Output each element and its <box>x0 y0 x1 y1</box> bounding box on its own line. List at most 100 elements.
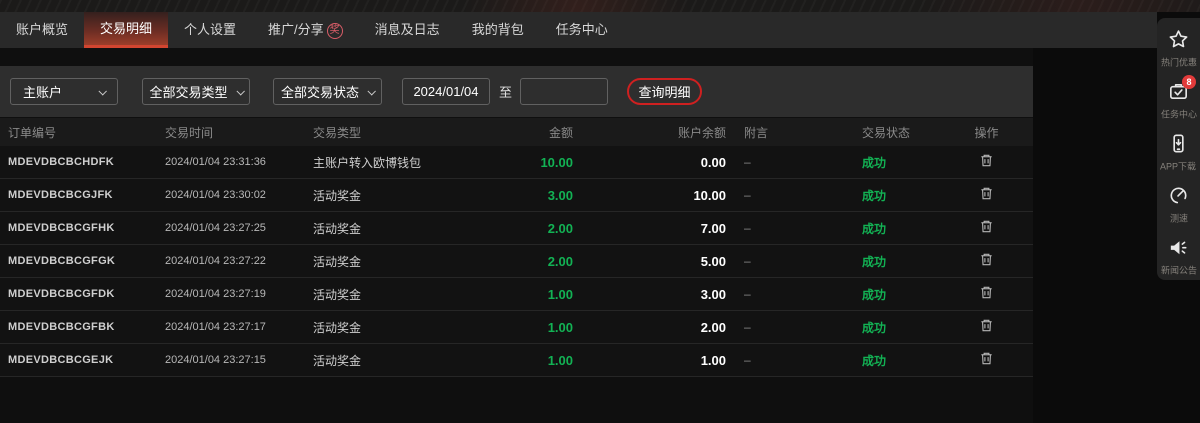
col-header-type: 交易类型 <box>305 124 450 141</box>
col-header-balance: 账户余额 <box>573 124 726 141</box>
table-row: MDEVDBCBCGFDK 2024/01/04 23:27:19 活动奖金 1… <box>0 278 1033 311</box>
sidebar-item-task-center[interactable]: 8 任务中心 <box>1157 80 1200 121</box>
tab-promotion-share[interactable]: 推广/分享奖 <box>252 12 359 48</box>
notification-badge: 8 <box>1182 75 1196 89</box>
time-cell: 2024/01/04 23:30:02 <box>157 189 305 201</box>
account-select[interactable]: 主账户 <box>10 78 118 105</box>
tab-label: 交易明细 <box>100 21 152 36</box>
amount-cell: 1.00 <box>450 353 573 368</box>
balance-cell: 1.00 <box>573 353 726 368</box>
type-cell: 活动奖金 <box>305 286 450 303</box>
tab-personal-settings[interactable]: 个人设置 <box>168 12 252 48</box>
tab-transaction-details[interactable]: 交易明细 <box>84 12 168 48</box>
tab-label: 账户概览 <box>16 22 68 37</box>
status-cell: 成功 <box>850 220 940 237</box>
time-cell: 2024/01/04 23:27:15 <box>157 354 305 366</box>
date-from-input[interactable]: 2024/01/04 <box>402 78 490 105</box>
transaction-status-value: 全部交易状态 <box>281 82 359 101</box>
tab-label: 推广/分享 <box>268 22 324 37</box>
status-cell: 成功 <box>850 352 940 369</box>
memo-cell: – <box>726 254 850 268</box>
tab-my-backpack[interactable]: 我的背包 <box>456 12 540 48</box>
time-cell: 2024/01/04 23:27:25 <box>157 222 305 234</box>
type-cell: 活动奖金 <box>305 253 450 270</box>
amount-cell: 2.00 <box>450 221 573 236</box>
memo-cell: – <box>726 188 850 202</box>
account-nav-tabs: 账户概览 交易明细 个人设置 推广/分享奖 消息及日志 我的背包 任务中心 <box>0 12 1157 48</box>
order-no-cell: MDEVDBCBCGFGK <box>0 255 157 267</box>
type-cell: 活动奖金 <box>305 187 450 204</box>
order-no-cell: MDEVDBCBCGEJK <box>0 354 157 366</box>
delete-button[interactable] <box>977 349 996 368</box>
type-cell: 活动奖金 <box>305 352 450 369</box>
delete-button[interactable] <box>977 151 996 170</box>
memo-cell: – <box>726 287 850 301</box>
trash-icon <box>979 285 994 300</box>
reward-badge-icon: 奖 <box>327 23 343 39</box>
type-cell: 活动奖金 <box>305 220 450 237</box>
date-to-input[interactable] <box>520 78 608 105</box>
balance-cell: 10.00 <box>573 188 726 203</box>
sidebar-item-hot-offers[interactable]: 热门优惠 <box>1157 28 1200 69</box>
table-row: MDEVDBCBCGFBK 2024/01/04 23:27:17 活动奖金 1… <box>0 311 1033 344</box>
trash-icon <box>979 153 994 168</box>
delete-button[interactable] <box>977 217 996 236</box>
table-header-row: 订单编号 交易时间 交易类型 金额 账户余额 附言 交易状态 操作 <box>0 118 1033 146</box>
trash-icon <box>979 252 994 267</box>
amount-cell: 10.00 <box>450 155 573 170</box>
transaction-type-select[interactable]: 全部交易类型 <box>142 78 250 105</box>
quick-access-sidebar: 热门优惠 8 任务中心 APP下载 测速 <box>1157 18 1200 280</box>
delete-button[interactable] <box>977 283 996 302</box>
memo-cell: – <box>726 221 850 235</box>
status-cell: 成功 <box>850 253 940 270</box>
status-cell: 成功 <box>850 319 940 336</box>
trash-icon <box>979 186 994 201</box>
transaction-details-panel: 主账户 全部交易类型 全部交易状态 2024/01/04 至 查询明细 订单编号… <box>0 48 1033 423</box>
col-header-action: 操作 <box>940 124 1033 141</box>
balance-cell: 7.00 <box>573 221 726 236</box>
sidebar-item-news[interactable]: 新闻公告 <box>1157 236 1200 277</box>
balance-cell: 5.00 <box>573 254 726 269</box>
transaction-type-value: 全部交易类型 <box>149 82 227 101</box>
trash-icon <box>979 318 994 333</box>
chevron-down-icon <box>236 87 244 95</box>
time-cell: 2024/01/04 23:27:22 <box>157 255 305 267</box>
memo-cell: – <box>726 353 850 367</box>
speed-test-icon <box>1167 184 1190 207</box>
time-cell: 2024/01/04 23:27:17 <box>157 321 305 333</box>
delete-button[interactable] <box>977 316 996 335</box>
trash-icon <box>979 351 994 366</box>
delete-button[interactable] <box>977 250 996 269</box>
sidebar-item-speed-test[interactable]: 测速 <box>1157 184 1200 225</box>
sidebar-item-app-download[interactable]: APP下载 <box>1157 132 1200 173</box>
status-cell: 成功 <box>850 286 940 303</box>
table-row: MDEVDBCBCGFHK 2024/01/04 23:27:25 活动奖金 2… <box>0 212 1033 245</box>
col-header-order-no: 订单编号 <box>0 124 157 141</box>
query-details-button[interactable]: 查询明细 <box>627 78 702 105</box>
sidebar-item-label: 新闻公告 <box>1161 263 1197 277</box>
tab-label: 消息及日志 <box>375 22 440 37</box>
col-header-time: 交易时间 <box>157 124 305 141</box>
tab-task-center[interactable]: 任务中心 <box>540 12 624 48</box>
status-cell: 成功 <box>850 187 940 204</box>
tab-account-overview[interactable]: 账户概览 <box>0 12 84 48</box>
status-cell: 成功 <box>850 154 940 171</box>
tab-label: 我的背包 <box>472 22 524 37</box>
col-header-memo: 附言 <box>726 124 850 141</box>
order-no-cell: MDEVDBCBCHDFK <box>0 156 157 168</box>
amount-cell: 1.00 <box>450 320 573 335</box>
chevron-down-icon <box>98 87 106 95</box>
type-cell: 活动奖金 <box>305 319 450 336</box>
page-background-texture <box>0 0 1200 12</box>
delete-button[interactable] <box>977 184 996 203</box>
sidebar-item-label: 任务中心 <box>1161 107 1197 121</box>
transaction-status-select[interactable]: 全部交易状态 <box>273 78 382 105</box>
order-no-cell: MDEVDBCBCGJFK <box>0 189 157 201</box>
col-header-amount: 金额 <box>450 124 573 141</box>
sidebar-item-label: 热门优惠 <box>1161 55 1197 69</box>
date-from-value: 2024/01/04 <box>413 84 478 99</box>
order-no-cell: MDEVDBCBCGFBK <box>0 321 157 333</box>
tab-messages-logs[interactable]: 消息及日志 <box>359 12 456 48</box>
tab-label: 任务中心 <box>556 22 608 37</box>
table-row: MDEVDBCBCGEJK 2024/01/04 23:27:15 活动奖金 1… <box>0 344 1033 377</box>
